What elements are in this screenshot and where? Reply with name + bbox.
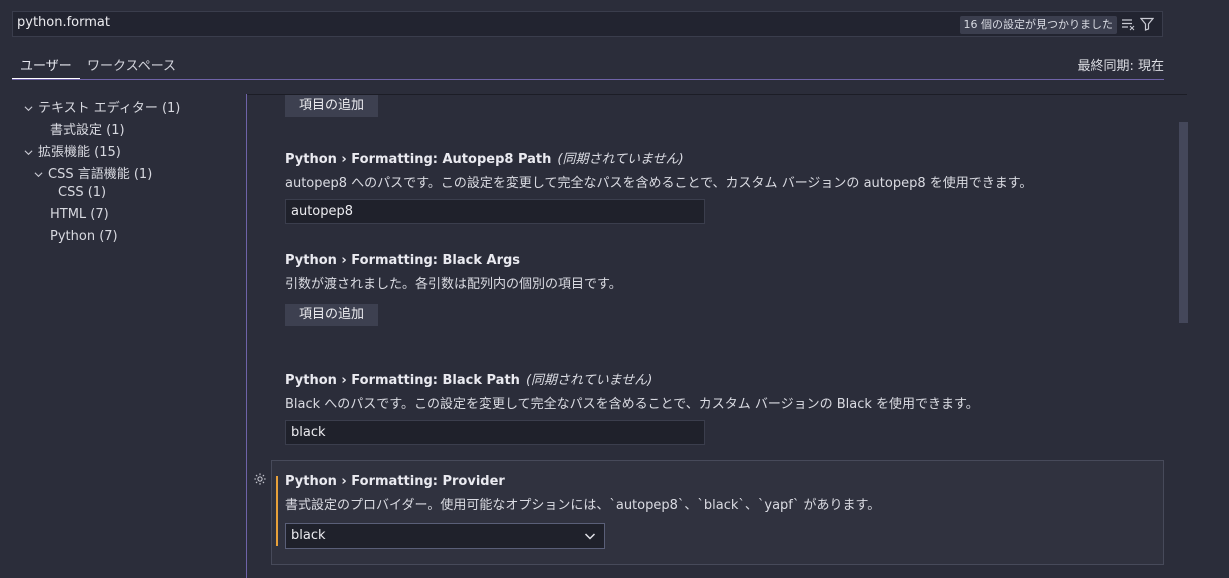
not-synced-label: (同期されていません) <box>557 152 684 167</box>
provider-select[interactable]: black <box>285 523 605 549</box>
chevron-down-icon <box>34 172 43 178</box>
chevron-down-icon <box>24 106 33 112</box>
toc-item-label: CSS (1) <box>58 185 107 200</box>
toc-item-css-language[interactable]: CSS 言語機能 (1) <box>34 163 152 182</box>
setting-title: Python › Formatting: Black Path (同期されていませ… <box>285 373 653 388</box>
setting-title: Python › Formatting: Autopep8 Path (同期されて… <box>285 152 684 167</box>
add-item-button[interactable]: 項目の追加 <box>285 95 379 117</box>
toc-item-html[interactable]: HTML (7) <box>50 207 109 222</box>
result-count-badge: 16 個の設定が見つかりました <box>959 16 1117 34</box>
scrollbar[interactable] <box>1179 122 1188 323</box>
toc-item-label: 書式設定 (1) <box>50 123 125 138</box>
toc-item-label: テキスト エディター (1) <box>38 101 181 116</box>
settings-toc: テキスト エディター (1) 書式設定 (1) 拡張機能 (15) CSS 言語… <box>0 94 246 578</box>
provider-select-value: black <box>291 528 326 543</box>
toc-item-label: 拡張機能 (15) <box>38 145 121 160</box>
setting-title: Python › Formatting: Black Args <box>285 253 521 268</box>
setting-black-args: Python › Formatting: Black Args 引数が渡されまし… <box>285 253 622 326</box>
black-path-input[interactable]: black <box>285 420 705 445</box>
setting-description: 引数が渡されました。各引数は配列内の個別の項目です。 <box>285 277 622 292</box>
toc-item-text-editor[interactable]: テキスト エディター (1) <box>24 97 180 116</box>
toc-item-formatting[interactable]: 書式設定 (1) <box>50 119 125 138</box>
tab-user[interactable]: ユーザー <box>12 55 80 79</box>
autopep8-path-input[interactable]: autopep8 <box>285 199 705 224</box>
setting-provider: Python › Formatting: Provider 書式設定のプロバイダ… <box>285 474 880 549</box>
tab-workspace[interactable]: ワークスペース <box>87 55 176 74</box>
setting-title: Python › Formatting: Provider <box>285 474 505 489</box>
gear-icon[interactable] <box>253 472 267 486</box>
search-bar[interactable]: python.format 16 個の設定が見つかりました <box>12 11 1163 37</box>
add-item-button[interactable]: 項目の追加 <box>285 304 379 326</box>
setting-description: Black へのパスです。この設定を変更して完全なパスを含めることで、カスタム … <box>285 397 979 412</box>
toc-item-python[interactable]: Python (7) <box>50 229 118 244</box>
toc-item-extensions[interactable]: 拡張機能 (15) <box>24 141 121 160</box>
chevron-down-icon <box>24 150 33 156</box>
search-input[interactable]: python.format <box>17 15 110 30</box>
not-synced-label: (同期されていません) <box>525 373 653 388</box>
filter-icon[interactable] <box>1140 17 1154 31</box>
setting-autopep8-path: Python › Formatting: Autopep8 Path (同期されて… <box>285 148 1032 224</box>
setting-description: 書式設定のプロバイダー。使用可能なオプションには、`autopep8`、`bla… <box>285 498 881 513</box>
toc-item-label: CSS 言語機能 (1) <box>48 167 153 182</box>
clear-filter-icon[interactable] <box>1121 17 1135 31</box>
setting-prev-array: 項目の追加 <box>285 95 379 117</box>
chevron-down-icon <box>584 533 596 540</box>
toc-item-label: Python (7) <box>50 229 118 244</box>
settings-list: 項目の追加 Python › Formatting: Autopep8 Path… <box>247 95 1187 578</box>
toc-item-css[interactable]: CSS (1) <box>58 185 106 200</box>
setting-black-path: Python › Formatting: Black Path (同期されていませ… <box>285 369 979 445</box>
settings-scope-tabs: ユーザー ワークスペース 最終同期: 現在 <box>12 48 1164 80</box>
toc-item-label: HTML (7) <box>50 207 109 222</box>
sync-status: 最終同期: 現在 <box>1077 59 1164 74</box>
modified-indicator <box>276 476 278 546</box>
setting-description: autopep8 へのパスです。この設定を変更して完全なパスを含めることで、カス… <box>285 176 1033 191</box>
